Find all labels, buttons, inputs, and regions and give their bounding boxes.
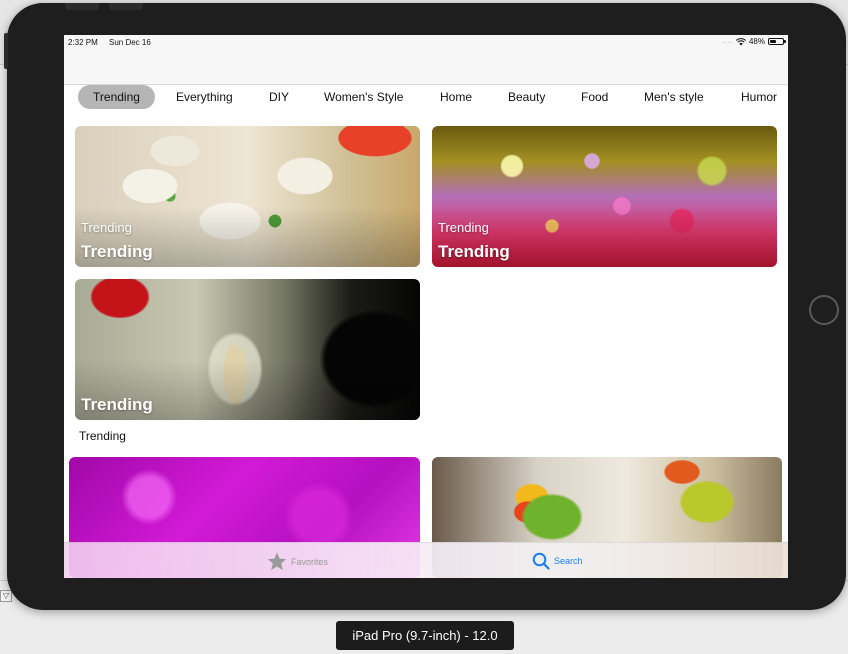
card-title: Trending bbox=[438, 242, 510, 261]
spring-rolls-card[interactable]: Trending Trending bbox=[75, 126, 420, 267]
category-tabs: Trending Everything DIY Women's Style Ho… bbox=[64, 85, 788, 109]
battery-percent: 48% bbox=[748, 37, 765, 46]
status-time: 2:32 PM bbox=[68, 38, 98, 47]
favorites-tab[interactable]: Favorites bbox=[267, 552, 328, 571]
scroll-down-arrow-icon[interactable]: ▽ bbox=[0, 590, 12, 602]
pouring-jar-card[interactable]: Trending bbox=[75, 279, 420, 420]
category-tab-food[interactable]: Food bbox=[581, 85, 608, 109]
side-button bbox=[4, 33, 8, 69]
oil-bubbles-card[interactable]: Trending Trending bbox=[432, 126, 777, 267]
bottom-tab-bar: Favorites Search bbox=[64, 542, 788, 578]
status-date: Sun Dec 16 bbox=[109, 38, 151, 47]
card-title: Trending bbox=[81, 395, 153, 414]
category-tab-home[interactable]: Home bbox=[440, 85, 472, 109]
card-subtitle: Trending bbox=[81, 220, 132, 235]
category-tab-humor[interactable]: Humor bbox=[741, 85, 777, 109]
star-icon bbox=[267, 552, 287, 570]
category-tab-beauty[interactable]: Beauty bbox=[508, 85, 545, 109]
signal-dots: .... bbox=[722, 38, 733, 45]
search-tab-label: Search bbox=[554, 556, 583, 566]
card-title: Trending bbox=[81, 242, 153, 261]
category-tab-mens-style[interactable]: Men's style bbox=[644, 85, 704, 109]
device-name-label: iPad Pro (9.7-inch) - 12.0 bbox=[336, 621, 514, 650]
app-screen: 2:32 PM Sun Dec 16 .... 48% Trending Eve… bbox=[64, 35, 788, 578]
category-tab-trending[interactable]: Trending bbox=[78, 85, 155, 109]
search-icon bbox=[532, 552, 550, 570]
wifi-icon bbox=[735, 37, 746, 45]
category-tab-diy[interactable]: DIY bbox=[269, 85, 289, 109]
status-indicators: .... 48% bbox=[722, 37, 786, 46]
status-bar: 2:32 PM Sun Dec 16 .... 48% bbox=[64, 35, 788, 49]
category-tab-womens-style[interactable]: Women's Style bbox=[324, 85, 403, 109]
device-edge-detail bbox=[109, 3, 143, 10]
category-tab-everything[interactable]: Everything bbox=[176, 85, 233, 109]
favorites-tab-label: Favorites bbox=[291, 556, 329, 567]
search-tab[interactable]: Search bbox=[532, 552, 583, 570]
battery-icon bbox=[768, 38, 786, 45]
card-caption: Trending bbox=[79, 429, 126, 443]
navigation-bar bbox=[64, 49, 788, 85]
device-edge-detail bbox=[65, 3, 99, 10]
card-subtitle: Trending bbox=[438, 220, 489, 235]
home-button[interactable] bbox=[809, 295, 839, 325]
